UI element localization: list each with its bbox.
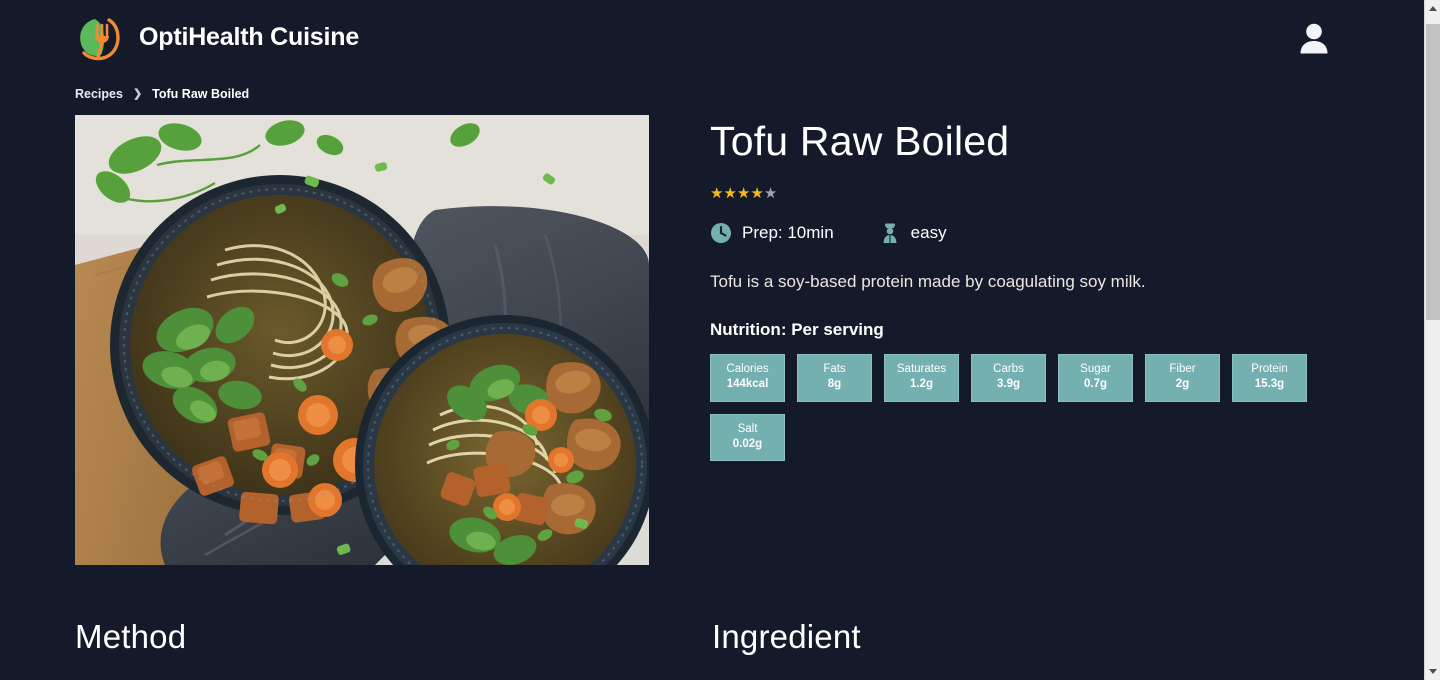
difficulty-label: easy (910, 223, 947, 243)
scrollbar-thumb[interactable] (1426, 24, 1440, 320)
recipe-meta-row: Prep: 10min easy (710, 222, 1349, 244)
page-viewport: OptiHealth Cuisine Recipes ❯ Tofu Raw Bo… (0, 0, 1424, 680)
chip-label: Protein (1251, 363, 1288, 376)
page-content: OptiHealth Cuisine Recipes ❯ Tofu Raw Bo… (0, 0, 1424, 680)
nutrition-chip-saturates: Saturates 1.2g (884, 354, 959, 402)
star-5[interactable]: ★ (764, 186, 777, 201)
chip-value: 8g (827, 378, 842, 391)
chip-value: 15.3g (1254, 378, 1285, 391)
star-3[interactable]: ★ (737, 186, 750, 201)
prep-time-label: Prep: 10min (742, 223, 834, 243)
chip-value: 144kcal (726, 378, 769, 391)
star-4[interactable]: ★ (750, 186, 763, 201)
ingredient-column: Ingredient 200g firm tofu, boiled and cu… (712, 618, 1349, 680)
chip-value: 2g (1175, 378, 1190, 391)
recipe-hero-photo (75, 115, 649, 565)
chip-value: 1.2g (909, 378, 933, 391)
recipe-description: Tofu is a soy-based protein made by coag… (710, 272, 1146, 292)
breadcrumb-item-current: Tofu Raw Boiled (152, 87, 250, 101)
nutrition-chip-protein: Protein 15.3g (1232, 354, 1307, 402)
chip-label: Saturates (896, 363, 947, 376)
nutrition-chip-carbs: Carbs 3.9g (971, 354, 1046, 402)
scroll-up-glyph (1428, 6, 1437, 11)
chip-label: Sugar (1080, 363, 1111, 376)
chip-label: Carbs (993, 363, 1024, 376)
nutrition-chip-fiber: Fiber 2g (1145, 354, 1220, 402)
chip-label: Salt (737, 422, 758, 435)
method-heading: Method (75, 618, 187, 655)
chip-value: 0.7g (1083, 378, 1107, 391)
rating-stars[interactable]: ★ ★ ★ ★ ★ (710, 186, 1349, 201)
star-2[interactable]: ★ (723, 186, 736, 201)
recipe-top-section: Tofu Raw Boiled ★ ★ ★ ★ ★ Prep: 10min ea… (0, 101, 1424, 565)
chip-label: Fats (823, 363, 846, 376)
chip-label: Fiber (1169, 363, 1196, 376)
scroll-down-glyph (1428, 669, 1437, 674)
nutrition-chip-sugar: Sugar 0.7g (1058, 354, 1133, 402)
page-title: Tofu Raw Boiled (710, 118, 1010, 164)
chip-label: Calories (726, 363, 769, 376)
nutrition-heading: Nutrition: Per serving (710, 320, 884, 340)
method-column: Method STEP 1 (75, 618, 712, 680)
clock-icon (710, 222, 732, 244)
chevron-right-icon: ❯ (132, 87, 143, 100)
breadcrumb-item-recipes[interactable]: Recipes (75, 87, 123, 101)
nutrition-chip-salt: Salt 0.02g (710, 413, 785, 461)
star-1[interactable]: ★ (710, 186, 723, 201)
user-avatar-icon[interactable] (1294, 18, 1334, 58)
recipe-detail-column: Tofu Raw Boiled ★ ★ ★ ★ ★ Prep: 10min ea… (710, 115, 1349, 461)
nutrition-chip-calories: Calories 144kcal (710, 354, 785, 402)
nutrition-chip-list: Calories 144kcal Fats 8g Saturates 1.2g … (710, 354, 1310, 461)
difficulty-meta: easy (879, 222, 947, 244)
page-scrollbar[interactable] (1424, 0, 1440, 680)
ingredient-heading: Ingredient (712, 618, 861, 655)
breadcrumb: Recipes ❯ Tofu Raw Boiled (0, 75, 1424, 101)
recipe-bottom-section: Method STEP 1 Ingredient 200g firm tofu,… (0, 565, 1424, 680)
scroll-down-arrow-icon[interactable] (1425, 663, 1440, 680)
brand-name: OptiHealth Cuisine (139, 23, 360, 51)
prep-time-meta: Prep: 10min (710, 222, 834, 244)
chip-value: 3.9g (996, 378, 1020, 391)
brand-logo-link[interactable]: OptiHealth Cuisine (75, 14, 359, 62)
site-header: OptiHealth Cuisine (0, 0, 1424, 75)
scroll-up-arrow-icon[interactable] (1425, 0, 1440, 17)
leaf-fork-logo-icon (75, 14, 123, 62)
chip-value: 0.02g (732, 437, 763, 450)
chef-icon (879, 222, 901, 244)
nutrition-chip-fats: Fats 8g (797, 354, 872, 402)
